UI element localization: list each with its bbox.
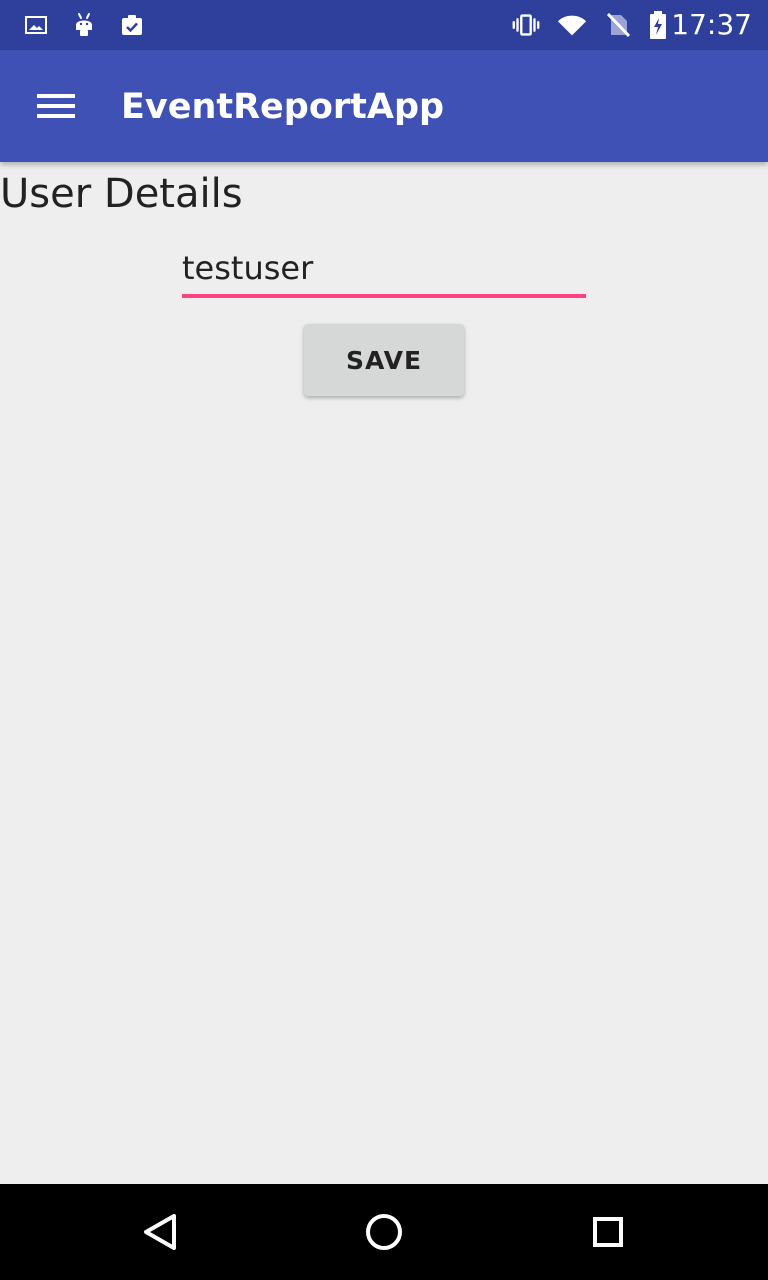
vibrate-icon	[510, 9, 542, 41]
app-bar: EventReportApp	[0, 50, 768, 162]
hamburger-menu-icon[interactable]	[24, 78, 88, 134]
username-input[interactable]	[182, 242, 586, 294]
recents-square-icon[interactable]	[584, 1208, 632, 1256]
page-title: User Details	[0, 171, 243, 217]
battery-charging-icon	[642, 9, 674, 41]
android-notification-icon	[68, 9, 100, 41]
status-bar: 17:37	[0, 0, 768, 50]
wifi-icon	[556, 9, 588, 41]
back-triangle-icon[interactable]	[136, 1208, 184, 1256]
home-circle-icon[interactable]	[360, 1208, 408, 1256]
system-navigation-bar	[0, 1184, 768, 1280]
image-notification-icon	[20, 9, 52, 41]
clipboard-check-icon	[116, 9, 148, 41]
no-sim-icon	[602, 9, 634, 41]
save-button[interactable]: SAVE	[304, 324, 464, 396]
username-field[interactable]	[182, 242, 586, 298]
app-title: EventReportApp	[121, 87, 445, 127]
status-time: 17:37	[671, 8, 752, 41]
